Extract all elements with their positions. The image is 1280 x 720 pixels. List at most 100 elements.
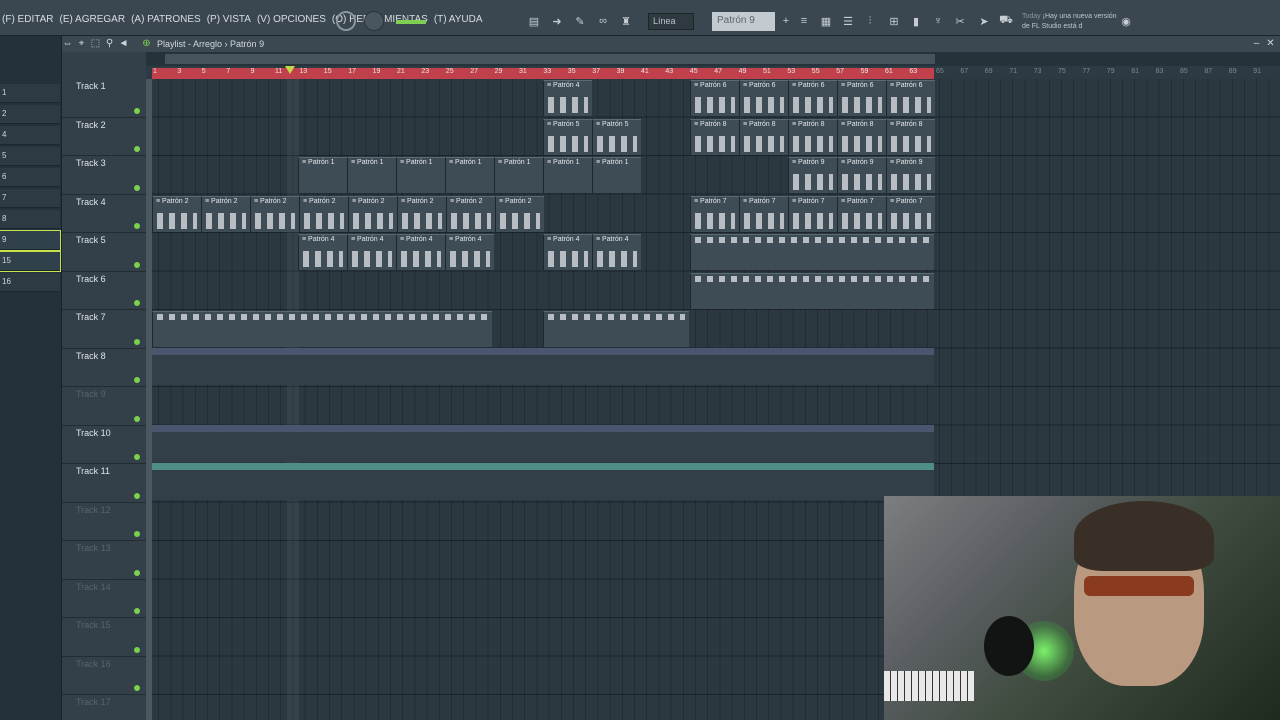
menu-editar[interactable]: (F) EDITAR <box>2 14 53 25</box>
browser-item[interactable]: 4 <box>0 126 60 145</box>
menu-agregar[interactable]: (E) AGREGAR <box>59 14 125 25</box>
browser-item-selected[interactable]: 9 <box>0 230 61 251</box>
track-mute-led[interactable] <box>134 107 140 114</box>
channel-rack-icon[interactable]: ☰ <box>840 13 856 29</box>
track-header[interactable]: Track 12 <box>62 503 146 541</box>
arrow-right-icon[interactable]: ➜ <box>549 13 565 29</box>
track-mute-led[interactable] <box>134 685 140 691</box>
pattern-clip[interactable]: ≡ Patrón 1 <box>543 157 592 193</box>
track-header[interactable]: Track 8 <box>62 349 146 387</box>
pattern-clip[interactable]: ≡ Patrón 7 <box>886 195 935 232</box>
browser-item[interactable]: 5 <box>0 147 60 166</box>
pattern-clip[interactable]: ≡ Patrón 1 <box>494 157 543 193</box>
track-header[interactable]: Track 9 <box>62 387 146 426</box>
browser-item[interactable]: 1 <box>0 84 60 103</box>
track-header[interactable]: Track 4 <box>62 195 146 233</box>
track-header[interactable]: Track 2 <box>62 118 146 156</box>
track-header[interactable]: Track 16 <box>62 657 146 695</box>
link-icon[interactable]: ∞ <box>595 13 611 29</box>
arrow-icon[interactable]: ➤ <box>976 13 992 29</box>
pattern-clip[interactable]: ≡ Patrón 4 <box>347 234 396 270</box>
select-icon[interactable]: ⬚ <box>89 37 102 50</box>
browser-item-selected[interactable]: 15 <box>0 251 61 272</box>
plugin-icon[interactable]: ⊞ <box>886 13 902 29</box>
pattern-clip[interactable]: ≡ Patrón 5 <box>543 118 592 155</box>
pattern-clip[interactable]: ≡ Patrón 6 <box>886 80 935 116</box>
pattern-clip[interactable]: ≡ Patrón 8 <box>788 118 837 155</box>
news-panel[interactable]: Today ¡Hay una nueva versión de FL Studi… <box>1022 12 1117 32</box>
automation-clip[interactable]: ⟋ Inserción 25 - Volumen <box>152 463 934 500</box>
pattern-clip[interactable]: ≡ Patrón 8 <box>739 118 788 155</box>
master-pitch-knob[interactable] <box>364 11 384 31</box>
minimize-icon[interactable]: – <box>1250 37 1263 50</box>
track-mute-led[interactable] <box>134 531 140 537</box>
track-mute-led[interactable] <box>134 608 140 614</box>
track-header[interactable]: Track 1 <box>62 79 146 118</box>
track-mute-led[interactable] <box>134 415 140 422</box>
menu-vista[interactable]: (P) VISTA <box>207 14 251 25</box>
pattern-clip[interactable]: ≡ Patrón 7 <box>739 195 788 232</box>
track-mute-led[interactable] <box>134 492 140 499</box>
menu-opciones[interactable]: (V) OPCIONES <box>257 14 326 25</box>
track-mute-led[interactable] <box>134 184 140 191</box>
track-header[interactable]: Track 3 <box>62 156 146 195</box>
track-header[interactable]: Track 15 <box>62 618 146 657</box>
pattern-clip[interactable]: ≡ Patrón 2 <box>446 195 495 232</box>
add-pattern-icon[interactable]: + <box>778 13 794 29</box>
zoom-icon[interactable]: ⚲ <box>103 37 116 50</box>
pattern-clip[interactable]: ≡ Patrón 4 <box>396 234 445 270</box>
pattern-clip[interactable]: ≡ Patrón 4 <box>298 234 347 270</box>
pattern-clip[interactable]: ≡ Patrón 6 <box>837 80 886 116</box>
browser-item[interactable]: 16 <box>0 273 60 292</box>
track-header[interactable]: Track 7 <box>62 310 146 349</box>
track-header[interactable]: Track 13 <box>62 541 146 580</box>
pattern-clip[interactable]: ≡ Patrón 2 <box>397 195 446 232</box>
pattern-clip[interactable]: ≡ Patrón 1 <box>347 157 396 193</box>
browser-item[interactable]: 6 <box>0 168 60 187</box>
help-icon[interactable]: ◉ <box>1118 13 1134 29</box>
browser-item[interactable]: 7 <box>0 189 60 208</box>
pattern-clip[interactable]: ≡ Patrón 7 <box>690 195 739 232</box>
pattern-clip[interactable]: ≡ Patrón 9 <box>837 157 886 193</box>
cart-icon[interactable]: ⛟ <box>998 13 1014 29</box>
pattern-clip[interactable]: ≡ Patrón 4 <box>543 234 592 270</box>
pattern-clip[interactable]: ≡ Patrón 7 <box>788 195 837 232</box>
pencil-icon[interactable]: ✎ <box>572 13 588 29</box>
pattern-clip[interactable]: ≡ Patrón 2 <box>495 195 544 232</box>
automation-clip[interactable]: ⟋ Effector (Inserción 25) - Nivel de la … <box>152 347 934 385</box>
pattern-clip[interactable]: ≡ Patrón 1 <box>445 157 494 193</box>
pattern-clip[interactable]: ≡ Patrón 6 <box>690 80 739 116</box>
pattern-clip[interactable]: ≡ Patrón 4 <box>445 234 494 270</box>
track-mute-led[interactable] <box>134 569 140 576</box>
scroll-bar[interactable] <box>165 54 935 64</box>
master-volume-knob[interactable] <box>336 11 356 31</box>
pattern-clip[interactable]: ≡ Patrón 2 <box>299 195 348 232</box>
pattern-clip[interactable]: ≡ Patrón 4 <box>592 234 641 270</box>
close-icon[interactable]: ✕ <box>1264 37 1277 50</box>
playlist-pattern[interactable]: Patrón 9 <box>230 39 264 49</box>
browser-item[interactable]: 2 <box>0 105 60 124</box>
pattern-clip[interactable]: ≡ Patrón 9 <box>886 157 935 193</box>
browser-item[interactable]: 8 <box>0 210 60 229</box>
pattern-clip[interactable]: ≡ Patrón 8 <box>690 118 739 155</box>
playhead-marker[interactable] <box>285 66 295 74</box>
menu-patrones[interactable]: (A) PATRONES <box>131 14 201 25</box>
pattern-clip[interactable]: ≡ Patrón 1 <box>298 157 347 193</box>
pattern-clip[interactable]: ≡ Patrón 5 <box>592 118 641 155</box>
speaker-icon[interactable]: ◄ <box>117 37 130 50</box>
pattern-clip[interactable]: ≡ Patrón 8 <box>837 118 886 155</box>
pattern-clip[interactable]: ≡ Patrón 8 <box>886 118 935 155</box>
pattern-clip[interactable]: ≡ Patrón 2 <box>152 195 201 232</box>
browser-icon[interactable]: ▮ <box>908 13 924 29</box>
track-mute-led[interactable] <box>134 338 140 345</box>
master-slider[interactable] <box>396 20 426 24</box>
pattern-clip[interactable]: ≡ Patrón 2 <box>348 195 397 232</box>
mic-icon[interactable]: ♆ <box>930 13 946 29</box>
track-mute-led[interactable] <box>134 646 140 653</box>
slip-icon[interactable]: ⇔ <box>61 37 74 50</box>
track-header[interactable]: Track 6 <box>62 272 146 310</box>
track-header[interactable]: Track 14 <box>62 580 146 618</box>
pattern-clip[interactable]: ≡ Patrón 9 <box>788 157 837 193</box>
mixer-icon[interactable]: ⫶ <box>862 13 878 29</box>
pattern-clip[interactable]: ≡ Patrón 1 <box>592 157 641 193</box>
